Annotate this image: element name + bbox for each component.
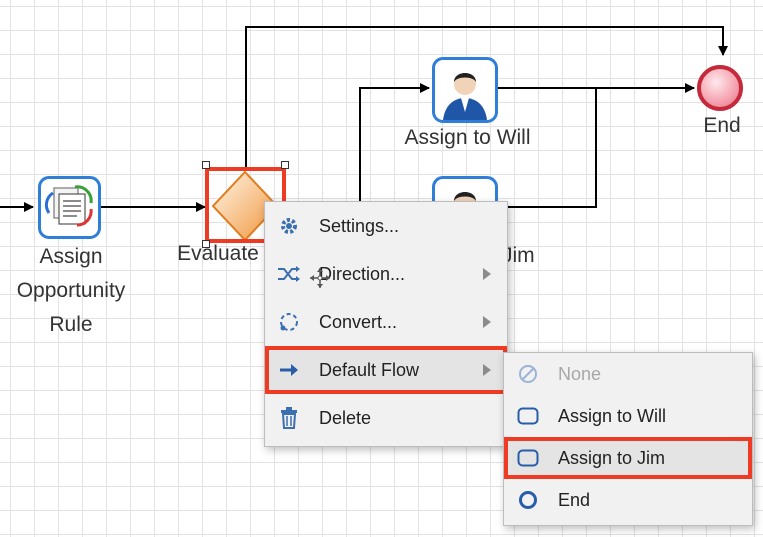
submenu-item-label: End bbox=[558, 489, 591, 510]
business-rule-icon bbox=[44, 185, 93, 227]
assign-to-will-task[interactable] bbox=[432, 57, 498, 123]
none-icon bbox=[504, 353, 552, 395]
end-event-icon bbox=[504, 479, 552, 521]
submenu-arrow-icon bbox=[483, 268, 491, 280]
assign-opportunity-rule-label: Assign Opportunity Rule bbox=[16, 245, 126, 336]
task-icon bbox=[504, 437, 552, 479]
resize-handle-nw[interactable] bbox=[202, 161, 210, 169]
evaluate-label: Evaluate bbox=[177, 242, 259, 265]
submenu-arrow-icon bbox=[483, 316, 491, 328]
assign-to-will-label: Assign to Will bbox=[404, 126, 531, 149]
menu-item-settings[interactable]: Settings... bbox=[265, 202, 507, 250]
menu-item-direction[interactable]: Direction... bbox=[265, 250, 507, 298]
menu-item-delete[interactable]: Delete bbox=[265, 394, 507, 442]
move-cursor-icon bbox=[310, 268, 330, 288]
submenu-item-label: Assign to Will bbox=[558, 405, 667, 426]
menu-item-label: Direction... bbox=[319, 263, 406, 284]
convert-icon bbox=[265, 298, 313, 346]
submenu-item-assign-to-jim[interactable]: Assign to Jim bbox=[504, 437, 752, 479]
menu-item-default-flow[interactable]: Default Flow bbox=[265, 346, 507, 394]
default-flow-submenu: None Assign to Will Assign to Jim End bbox=[503, 352, 753, 526]
gear-icon bbox=[265, 202, 313, 250]
submenu-item-assign-to-will[interactable]: Assign to Will bbox=[504, 395, 752, 437]
menu-item-label: Convert... bbox=[319, 311, 398, 332]
task-icon bbox=[504, 395, 552, 437]
assign-opportunity-rule-task[interactable] bbox=[38, 176, 101, 239]
user-task-icon bbox=[443, 73, 487, 120]
menu-item-convert[interactable]: Convert... bbox=[265, 298, 507, 346]
submenu-item-end[interactable]: End bbox=[504, 479, 752, 521]
trash-icon bbox=[265, 394, 313, 442]
menu-item-label: Default Flow bbox=[319, 359, 420, 380]
menu-item-label: Delete bbox=[319, 407, 372, 428]
end-event[interactable] bbox=[697, 65, 743, 111]
submenu-item-label: Assign to Jim bbox=[558, 447, 666, 468]
gateway-context-menu: Settings... Direction... Convert... Defa… bbox=[264, 201, 508, 447]
submenu-item-label: None bbox=[558, 363, 602, 384]
menu-item-label: Settings... bbox=[319, 215, 400, 236]
resize-handle-ne[interactable] bbox=[281, 161, 289, 169]
end-label: End bbox=[703, 114, 741, 137]
submenu-arrow-icon bbox=[483, 364, 491, 376]
submenu-item-none[interactable]: None bbox=[504, 353, 752, 395]
shuffle-icon bbox=[265, 250, 313, 298]
arrow-right-icon bbox=[265, 346, 313, 394]
